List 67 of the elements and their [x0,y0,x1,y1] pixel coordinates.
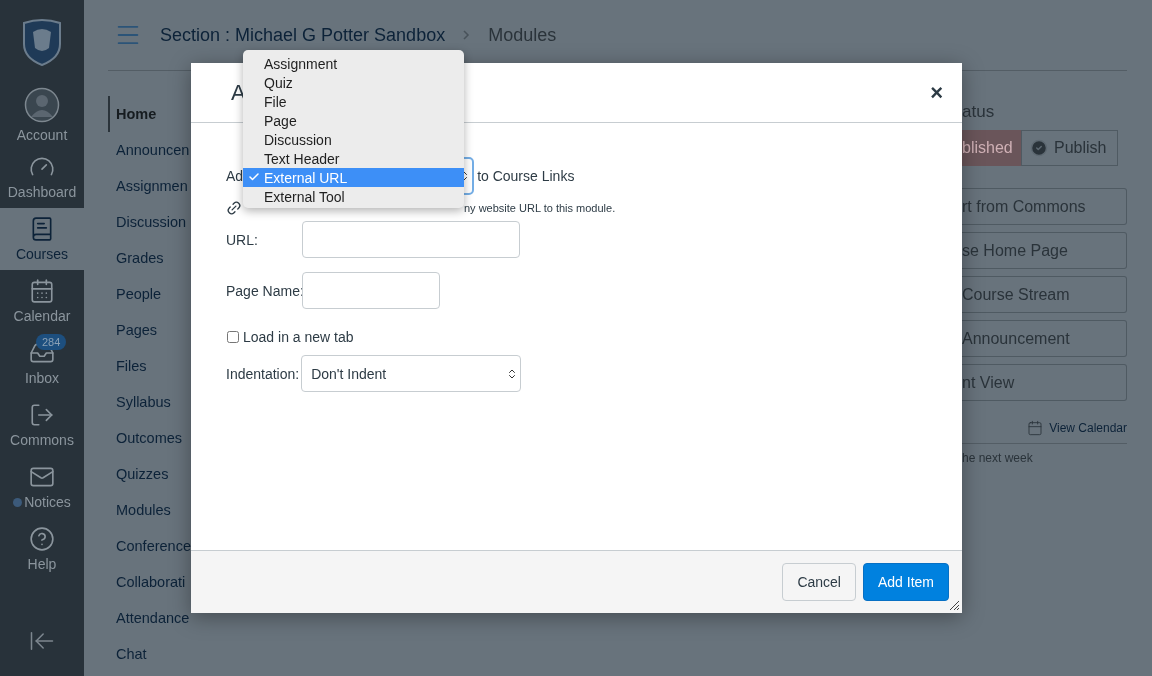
field-label: Indentation: [226,365,300,382]
hint-text: ny website URL to this module. [464,202,616,214]
course-nav-link[interactable]: Assignmen [108,168,191,204]
course-nav-link[interactable]: Discussion [108,204,191,240]
nav-item[interactable]: Calendar [0,270,84,332]
field-label: Page Name: [226,282,302,299]
unread-badge: 284 [36,334,67,350]
course-nav-link[interactable]: Quizzes [108,456,191,492]
checkbox-label: Load in a new tab [243,329,354,345]
sidebar-button[interactable]: se Home Page [962,232,1127,269]
menu-option[interactable]: File [243,92,464,111]
check-circle-icon [1030,139,1048,157]
sidebar-button[interactable]: nt View [962,364,1127,401]
empty-note: he next week [962,451,1034,465]
text-field[interactable] [302,221,520,258]
course-nav-link[interactable]: Outcomes [108,420,191,456]
view-calendar-link[interactable]: View Calendar [1049,421,1127,435]
course-nav-link[interactable]: Pages [108,312,191,348]
unpublished-button[interactable]: blished [962,130,1021,166]
sidebar-button[interactable]: rt from Commons [962,188,1127,225]
menu-option[interactable]: Text Header [243,149,464,168]
field-label: URL: [226,231,259,248]
nav-item[interactable]: Commons [0,394,84,456]
indentation-select[interactable]: Don't Indent [301,355,522,392]
menu-option[interactable]: Assignment [243,54,464,73]
shield-logo[interactable] [21,18,63,66]
add-item-button[interactable]: Add Item [862,563,949,601]
help-icon [29,526,55,552]
course-nav-link[interactable]: Files [108,348,191,384]
nav-item[interactable]: Courses [0,208,84,270]
sidebar-button[interactable]: Course Stream [962,276,1127,313]
nav-item[interactable]: Help [0,518,84,580]
publish-button[interactable]: Publish [1021,130,1118,166]
text-field[interactable] [302,272,440,309]
breadcrumb-current: Modules [488,24,557,46]
menu-option[interactable]: Quiz [243,73,464,92]
nav-item[interactable]: Inbox 284 [0,332,84,394]
course-nav-link[interactable]: Conference [108,528,191,564]
menu-option[interactable]: Page [243,111,464,130]
add-label: Ad [226,168,244,184]
nav-item[interactable]: Notices [0,456,84,518]
menu-option[interactable]: External Tool [243,187,464,206]
nav-item[interactable]: Account [0,84,84,146]
check-icon [248,171,260,183]
nav-item[interactable]: Dashboard [0,146,84,208]
menu-option[interactable]: External URL [243,168,464,187]
checkbox[interactable] [227,331,239,343]
avatar-icon [24,87,60,123]
course-nav-link[interactable]: Modules [108,492,191,528]
course-nav-link[interactable]: Syllabus [108,384,191,420]
close-button[interactable]: × [930,79,943,106]
sidebar-button[interactable]: Announcement [962,320,1127,357]
course-nav-link[interactable]: Collaborati [108,564,191,600]
course-nav-link[interactable]: Grades [108,240,191,276]
module-label: to Course Links [477,168,575,184]
calendar-icon [1027,420,1044,436]
chevron-icon [463,30,471,40]
course-nav-link[interactable]: Attendance [108,600,191,636]
resize-grip-icon[interactable] [949,600,960,611]
calendar-icon [29,278,55,304]
breadcrumb-link[interactable]: Section : Michael G Potter Sandbox [160,24,446,46]
course-nav-link[interactable]: Chat [108,636,191,672]
menu-option[interactable]: Discussion [243,130,464,149]
cancel-button[interactable]: Cancel [782,563,856,601]
course-nav-link[interactable]: People [108,276,191,312]
course-nav-link[interactable]: Announcen [108,132,191,168]
status-heading: atus [962,102,996,122]
